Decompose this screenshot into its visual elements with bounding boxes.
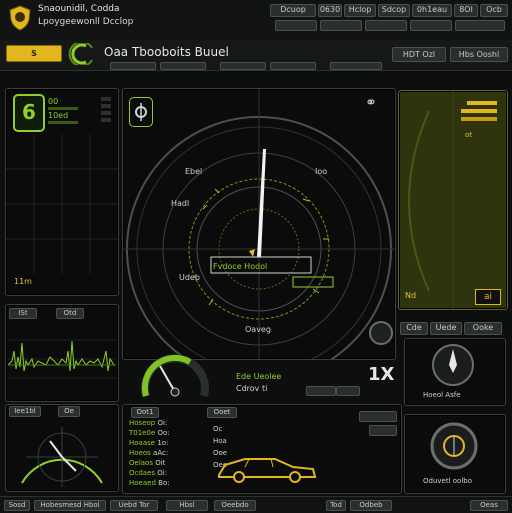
corner-dial-icon[interactable]: [369, 321, 393, 345]
radar-panel: ⚭ Ebel Ioo Hadl Fvdoce Hodol Udeb Oaveg: [122, 88, 396, 360]
status-bar: Sosd Hobesmesd Hbol Uebd Tor Hbsl Oeebdo…: [0, 496, 512, 513]
status-item-3[interactable]: Uebd Tor: [110, 500, 158, 511]
table-row: Hoeaed Bo:: [129, 479, 170, 487]
sub-tab-5[interactable]: [455, 20, 505, 31]
small-button-1[interactable]: Cde: [400, 322, 428, 335]
toolbar-tab-3[interactable]: [220, 62, 266, 70]
bottom-right-label: Oduvetl oolbo: [423, 477, 472, 485]
waveform-tab-2[interactable]: Otd: [56, 308, 84, 319]
green-ring-icon: [66, 43, 96, 65]
waveform-tab-1[interactable]: ISt: [9, 308, 37, 319]
data-tab-2[interactable]: Ooet: [207, 407, 237, 418]
badge-top: ot: [465, 131, 473, 139]
status-item-2[interactable]: Hobesmesd Hbol: [34, 500, 106, 511]
menu-item-5[interactable]: 0h1eau: [412, 4, 452, 17]
app-title: Snaounidil, Codda: [38, 4, 120, 14]
radar-label-nw: Ebel: [185, 167, 203, 176]
small-button-2[interactable]: Uede: [430, 322, 462, 335]
readout-2: 10ed: [48, 111, 69, 120]
menu-item-7[interactable]: Ocb: [480, 4, 508, 17]
mini-button-b[interactable]: [336, 386, 360, 396]
status-item-7[interactable]: Odbeb: [350, 500, 392, 511]
gauge-readout-2: Cdrov ti: [236, 384, 268, 393]
radar-label-w: Hadl: [171, 199, 190, 208]
status-item-1[interactable]: Sosd: [4, 500, 30, 511]
readout-1: 00: [48, 97, 59, 106]
readout-box: ai: [475, 289, 501, 305]
gauge-readout-1: Ede Ueolee: [236, 372, 282, 381]
bottom-left-tab-1[interactable]: Iee1bl: [9, 406, 41, 417]
gauge-panel: [140, 344, 210, 402]
toolbar-tab-2[interactable]: [160, 62, 206, 70]
indicator-bar: [48, 107, 78, 110]
table-row: Oelaos Oit: [129, 459, 166, 467]
polar-chart: [16, 417, 108, 487]
compass-dial: [431, 343, 475, 387]
hbs-button[interactable]: Hbs Ooshl: [450, 47, 508, 62]
right-olive-panel: ot Nd ai: [398, 90, 508, 310]
status-item-5[interactable]: Oeebdo: [214, 500, 256, 511]
bottom-left-panel: Iee1bl Oe: [5, 404, 119, 492]
target-icon: 6: [13, 94, 45, 132]
compass-panel: Hoeol Asfe: [404, 338, 506, 406]
app-subtitle: Lpoygeewonll Dcclop: [38, 17, 134, 27]
data-tab-1[interactable]: Oot1: [131, 407, 159, 418]
data-action-button-1[interactable]: [359, 411, 397, 422]
table-row: Hoaase 1o:: [129, 439, 169, 447]
data-list-panel: Oot1 Ooet Hoseop Oi: T01e0e Oo: Hoaase 1…: [122, 404, 402, 494]
sub-tab-1[interactable]: [275, 20, 317, 31]
status-item-8[interactable]: Oeas: [470, 500, 508, 511]
bottom-left-tab-2[interactable]: Oe: [58, 406, 80, 417]
menu-item-1[interactable]: Dcuop: [270, 4, 316, 17]
toolbar-title: Oaa Tbooboits Buuel: [104, 45, 229, 59]
menu-item-4[interactable]: Sdcop: [378, 4, 410, 17]
hdt-button[interactable]: HDT Ozl: [392, 47, 446, 62]
toolbar: S Oaa Tbooboits Buuel HDT Ozl Hbs Ooshl: [0, 40, 512, 71]
gauge-big-value: 1X: [368, 364, 395, 385]
data-action-button-2[interactable]: [369, 425, 397, 436]
radar-display: [123, 89, 395, 359]
radar-label-center: Fvdoce Hodol: [213, 262, 268, 271]
sub-tab-4[interactable]: [410, 20, 452, 31]
status-item-4[interactable]: Hbsl: [166, 500, 208, 511]
data-rows: Hoseop Oi: T01e0e Oo: Hoaase 1o: Hoeos a…: [129, 419, 207, 489]
toolbar-tab-5[interactable]: [330, 62, 382, 70]
primary-action-button[interactable]: S: [6, 45, 62, 62]
menu-item-6[interactable]: 8Ol: [454, 4, 478, 17]
small-button-3[interactable]: Ooke: [464, 322, 502, 335]
badge-bottom: Nd: [405, 291, 417, 300]
table-row: Hoseop Oi:: [129, 419, 168, 427]
warning-bars: [461, 101, 501, 131]
sub-tab-3[interactable]: [365, 20, 407, 31]
sub-tab-2[interactable]: [320, 20, 362, 31]
left-status-panel: 6 00 10ed 11m: [5, 88, 119, 296]
status-badge: 11m: [14, 277, 32, 286]
waveform-chart: [8, 321, 116, 397]
toolbar-tab-4[interactable]: [270, 62, 316, 70]
app-header: Snaounidil, Codda Lpoygeewonll Dcclop Dc…: [0, 0, 512, 41]
compass-label: Hoeol Asfe: [423, 391, 461, 399]
table-row: T01e0e Oo:: [129, 429, 170, 437]
toolbar-tab-1[interactable]: [110, 62, 156, 70]
radar-label-ne: Ioo: [315, 167, 328, 176]
radar-label-bottom: Oaveg: [245, 325, 271, 334]
grid-lines: [6, 134, 118, 274]
bottom-right-panel: Oduvetl oolbo: [404, 414, 506, 494]
vehicle-icon: [215, 449, 319, 483]
mini-bars: [101, 97, 111, 123]
waveform-panel: ISt Otd: [5, 304, 119, 402]
camera-dial: [429, 421, 479, 471]
shield-icon: [9, 5, 31, 31]
table-row: Ocdaes Oi:: [129, 469, 168, 477]
table-row: Hoeos aAc:: [129, 449, 169, 457]
mini-button-a[interactable]: [306, 386, 336, 396]
menu-item-2[interactable]: 0630: [318, 4, 342, 17]
indicator-bar-2: [48, 121, 78, 124]
status-item-6[interactable]: Tod: [326, 500, 346, 511]
menu-item-3[interactable]: Hclop: [344, 4, 376, 17]
radar-label-sw: Udeb: [179, 273, 200, 282]
